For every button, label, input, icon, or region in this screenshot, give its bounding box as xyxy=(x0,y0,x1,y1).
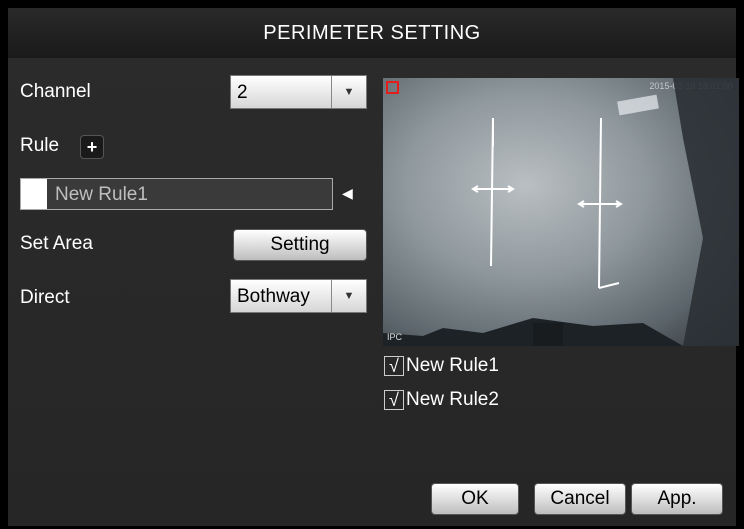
video-preview[interactable]: 2015-03-10 18:01:00 xyxy=(383,78,739,346)
cancel-button[interactable]: Cancel xyxy=(534,483,626,515)
dialog-content: Channel 2 ▼ Rule + New Rule1 ◀ Set Area … xyxy=(8,58,739,526)
dialog-title-bar: PERIMETER SETTING xyxy=(8,8,736,58)
direct-label: Direct xyxy=(20,287,70,308)
checkbox-checked-icon[interactable]: √ xyxy=(384,356,404,376)
chevron-down-icon[interactable]: ▼ xyxy=(331,280,366,312)
direct-select[interactable]: Bothway ▼ xyxy=(230,279,367,313)
apply-button[interactable]: App. xyxy=(631,483,723,515)
checkbox-checked-icon[interactable]: √ xyxy=(384,390,404,410)
rule-color-swatch[interactable] xyxy=(21,179,47,209)
rule-label: Rule xyxy=(20,135,60,156)
chevron-down-icon[interactable]: ▼ xyxy=(331,76,366,108)
camera-label: IPC xyxy=(387,332,403,342)
collapse-arrow-icon[interactable]: ◀ xyxy=(342,185,353,202)
plus-icon[interactable]: + xyxy=(80,135,104,159)
rule-checkbox-row[interactable]: √ New Rule2 xyxy=(384,389,499,411)
rule-checkbox-label: New Rule2 xyxy=(406,389,499,410)
set-area-label: Set Area xyxy=(20,233,93,254)
rule-checkbox-row[interactable]: √ New Rule1 xyxy=(384,355,499,377)
dialog-title: PERIMETER SETTING xyxy=(263,21,481,44)
channel-select[interactable]: 2 ▼ xyxy=(230,75,367,109)
rule-1-line xyxy=(471,117,515,267)
rule-2-line xyxy=(577,117,623,289)
channel-label: Channel xyxy=(20,81,91,102)
setting-button[interactable]: Setting xyxy=(233,229,367,261)
direct-value: Bothway xyxy=(237,286,310,307)
channel-value: 2 xyxy=(237,82,248,103)
rule-name-field[interactable]: New Rule1 xyxy=(20,178,333,210)
rule-checkbox-label: New Rule1 xyxy=(406,355,499,376)
ok-button[interactable]: OK xyxy=(431,483,519,515)
rule-name-value: New Rule1 xyxy=(55,184,148,205)
perimeter-setting-dialog: PERIMETER SETTING Channel 2 ▼ Rule + New… xyxy=(0,0,744,529)
scene-drawing xyxy=(383,78,739,346)
